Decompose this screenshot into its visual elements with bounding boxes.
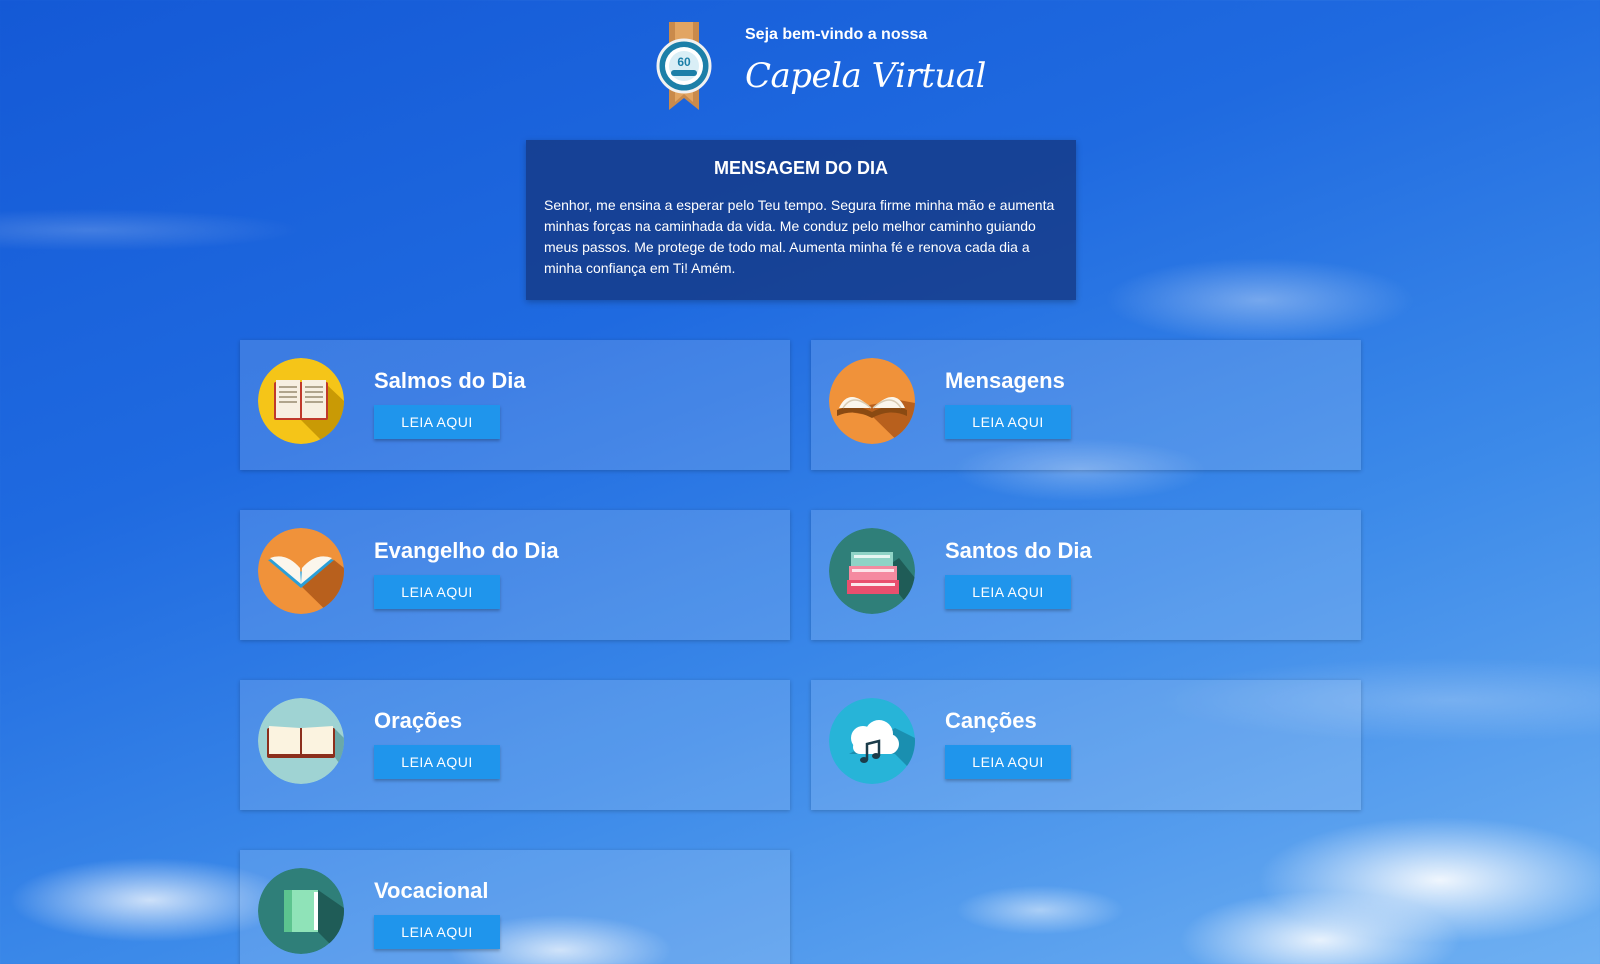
card-mensagens: Mensagens LEIA AQUI (811, 340, 1361, 470)
card-salmos-do-dia: Salmos do Dia LEIA AQUI (240, 340, 790, 470)
read-santos-button[interactable]: LEIA AQUI (945, 575, 1071, 609)
read-evangelho-button[interactable]: LEIA AQUI (374, 575, 500, 609)
message-of-day-panel: MENSAGEM DO DIA Senhor, me ensina a espe… (526, 140, 1076, 300)
card-title: Salmos do Dia (374, 368, 526, 393)
card-title: Canções (945, 708, 1037, 733)
read-salmos-button[interactable]: LEIA AQUI (374, 405, 500, 439)
card-title: Mensagens (945, 368, 1065, 393)
open-book-icon (258, 358, 344, 444)
card-vocacional: Vocacional LEIA AQUI (240, 850, 790, 964)
logo[interactable]: 60 (655, 22, 713, 110)
logo-icon: 60 (656, 22, 712, 110)
card-santos-do-dia: Santos do Dia LEIA AQUI (811, 510, 1361, 640)
card-title: Orações (374, 708, 463, 733)
site-header: 60 Seja bem-vindo a nossa Capela Virtual (655, 22, 986, 114)
read-oracoes-button[interactable]: LEIA AQUI (374, 745, 500, 779)
card-title: Santos do Dia (945, 538, 1092, 563)
read-vocacional-button[interactable]: LEIA AQUI (374, 915, 500, 949)
open-book-icon (258, 528, 344, 614)
music-cloud-icon (829, 698, 915, 784)
logo-badge-text: 60 (677, 55, 691, 69)
brand-title: Capela Virtual (745, 56, 986, 96)
book-stack-icon (829, 528, 915, 614)
card-evangelho-do-dia: Evangelho do Dia LEIA AQUI (240, 510, 790, 640)
closed-book-icon (258, 868, 344, 954)
card-oracoes: Orações LEIA AQUI (240, 680, 790, 810)
welcome-text: Seja bem-vindo a nossa (745, 26, 928, 43)
card-title: Vocacional (374, 878, 489, 903)
message-of-day-title: MENSAGEM DO DIA (713, 158, 888, 178)
read-cancoes-button[interactable]: LEIA AQUI (945, 745, 1071, 779)
open-book-pages-icon (829, 358, 915, 444)
card-title: Evangelho do Dia (374, 538, 559, 563)
card-cancoes: Canções LEIA AQUI (811, 680, 1361, 810)
read-mensagens-button[interactable]: LEIA AQUI (945, 405, 1071, 439)
message-of-day-text: Senhor, me ensina a esperar pelo Teu tem… (544, 197, 1055, 276)
open-book-icon (258, 698, 344, 784)
